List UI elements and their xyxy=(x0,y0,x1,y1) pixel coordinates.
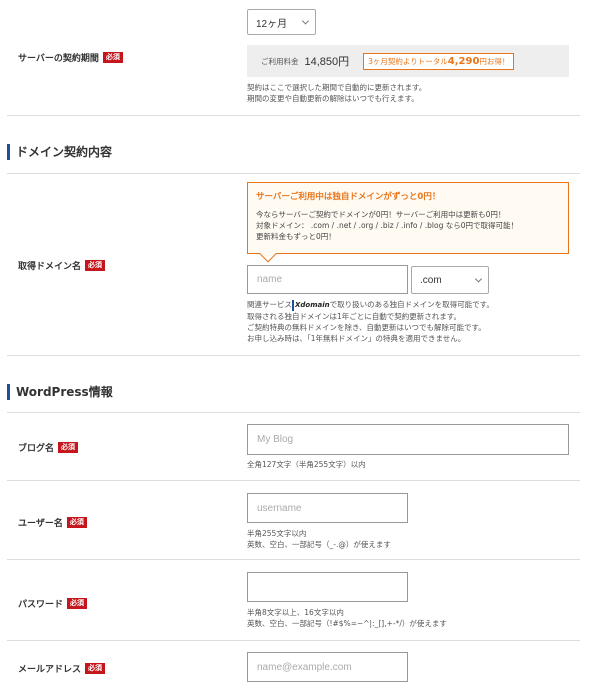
domain-note-prefix: 関連サービス xyxy=(247,300,292,309)
divider xyxy=(7,173,580,174)
domain-note: ご契約特典の無料ドメインを除き、自動更新はいつでも解除可能です。 xyxy=(247,323,486,332)
username-input[interactable]: username xyxy=(247,493,408,523)
discount-suffix: 円お得！ xyxy=(479,56,510,66)
domain-name-input[interactable]: name xyxy=(247,265,408,294)
domain-notes: 関連サービス Xdomainで取り扱いのある独自ドメインを取得可能です。 取得され… xyxy=(247,299,494,344)
password-label: パスワード 必須 xyxy=(18,597,88,610)
required-badge: 必須 xyxy=(67,598,88,609)
username-note: 半角255文字以内 xyxy=(247,529,307,538)
username-note: 英数、空白、一部記号（_-.@）が使えます xyxy=(247,540,391,549)
domain-tld-select[interactable]: .com xyxy=(411,266,489,294)
price-box: ご利用料金 14,850円 3ヶ月契約よりトータル4,290円お得！ xyxy=(247,45,569,77)
domain-note: 取得される独自ドメインは1年ごとに自動で契約更新されます。 xyxy=(247,312,462,321)
password-note: 英数、空白、一部記号（!#$%=~^|:_[],+-*/）が使えます xyxy=(247,619,447,628)
section-title-domain: ドメイン契約内容 xyxy=(7,144,112,160)
promo-title: サーバーご利用中は独自ドメインがずっと0円！ xyxy=(256,192,441,202)
divider xyxy=(7,480,580,481)
divider xyxy=(7,559,580,560)
contract-notes: 契約はここで選択した期間で自動的に更新されます。 期間の変更や自動更新の解除はい… xyxy=(247,82,426,104)
domain-note: お申し込み時は、「1年無料ドメイン」の特典を適用できません。 xyxy=(247,334,466,343)
chevron-down-icon xyxy=(474,275,483,283)
required-badge: 必須 xyxy=(85,260,106,271)
discount-prefix: 3ヶ月契約よりトータル xyxy=(368,56,448,66)
required-badge: 必須 xyxy=(58,442,79,453)
promo-line: 更新料金もずっと0円！ xyxy=(256,232,336,241)
required-badge: 必須 xyxy=(85,663,106,674)
xdomain-logo: Xdomain xyxy=(292,300,330,311)
password-note: 半角8文字以上、16文字以内 xyxy=(247,608,344,617)
domain-name-label: 取得ドメイン名 必須 xyxy=(18,259,106,272)
domain-promo-box: サーバーご利用中は独自ドメインがずっと0円！ 今ならサーバーご契約でドメインが0… xyxy=(247,182,569,263)
email-label: メールアドレス 必須 xyxy=(18,662,106,675)
email-input[interactable]: name@example.com xyxy=(247,652,408,682)
email-label-text: メールアドレス xyxy=(18,665,82,675)
contract-period-label: サーバーの契約期間 必須 xyxy=(18,51,123,64)
blog-name-note: 全角127文字（半角255文字）以内 xyxy=(247,460,366,469)
blog-name-input[interactable]: My Blog xyxy=(247,424,569,455)
blog-name-placeholder: My Blog xyxy=(257,434,294,445)
promo-line: 今ならサーバーご契約でドメインが0円！サーバーご利用中は更新も0円！ xyxy=(256,210,506,219)
domain-tld-value: .com xyxy=(420,274,442,286)
contract-period-select[interactable]: 12ヶ月 xyxy=(247,9,316,35)
email-placeholder: name@example.com xyxy=(257,661,352,673)
contract-note: 契約はここで選択した期間で自動的に更新されます。 xyxy=(247,83,427,92)
username-notes: 半角255文字以内 英数、空白、一部記号（_-.@）が使えます xyxy=(247,528,391,550)
domain-name-placeholder: name xyxy=(257,274,283,285)
contract-note: 期間の変更や自動更新の解除はいつでも行えます。 xyxy=(247,94,419,103)
chevron-down-icon xyxy=(301,17,310,25)
username-label: ユーザー名 必須 xyxy=(18,516,87,529)
domain-name-label-text: 取得ドメイン名 xyxy=(18,262,82,272)
divider xyxy=(7,355,580,356)
password-label-text: パスワード xyxy=(18,600,64,610)
promo-pointer xyxy=(259,245,277,263)
contract-period-value: 12ヶ月 xyxy=(256,18,288,30)
username-placeholder: username xyxy=(257,502,302,514)
price-value: 14,850円 xyxy=(304,56,350,68)
password-input[interactable] xyxy=(247,572,408,602)
blog-name-label: ブログ名 必須 xyxy=(18,441,79,454)
domain-note: 関連サービス Xdomainで取り扱いのある独自ドメインを取得可能です。 xyxy=(247,299,494,311)
contract-period-label-text: サーバーの契約期間 xyxy=(18,54,99,64)
required-badge: 必須 xyxy=(102,52,123,63)
username-label-text: ユーザー名 xyxy=(18,519,63,529)
price-label: ご利用料金 xyxy=(261,56,299,66)
divider xyxy=(7,640,580,641)
password-notes: 半角8文字以上、16文字以内 英数、空白、一部記号（!#$%=~^|:_[],+… xyxy=(247,607,447,629)
divider xyxy=(7,115,580,116)
required-badge: 必須 xyxy=(66,517,87,528)
blog-name-label-text: ブログ名 xyxy=(18,444,55,454)
discount-amount: 4,290 xyxy=(447,55,480,67)
section-title-wordpress: WordPress情報 xyxy=(7,384,113,400)
discount-badge: 3ヶ月契約よりトータル4,290円お得！ xyxy=(363,52,515,70)
domain-note-suffix: で取り扱いのある独自ドメインを取得可能です。 xyxy=(329,300,494,309)
divider xyxy=(7,412,580,413)
promo-line: 対象ドメイン： .com / .net / .org / .biz / .inf… xyxy=(256,221,518,230)
